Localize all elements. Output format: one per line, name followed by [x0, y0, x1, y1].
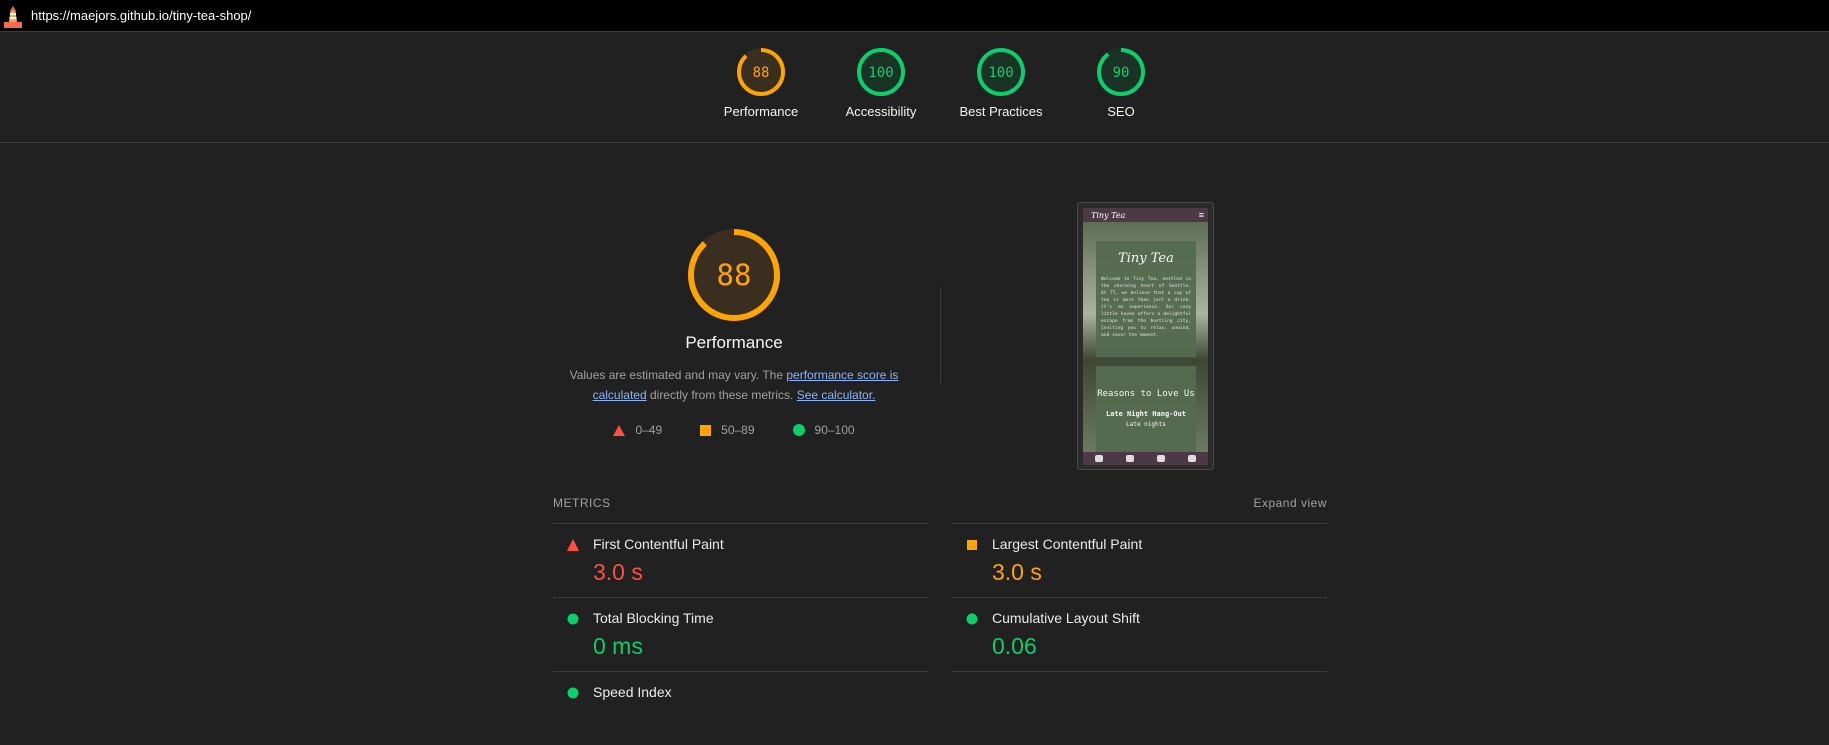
- desc-middle: directly from these metrics.: [646, 388, 797, 402]
- preview-section-title: Reasons to Love Us: [1097, 389, 1195, 399]
- metric-first-contentful-paint[interactable]: First Contentful Paint 3.0 s: [553, 523, 928, 597]
- gauge-performance-label: Performance: [723, 104, 799, 119]
- metric-largest-contentful-paint[interactable]: Largest Contentful Paint 3.0 s: [952, 523, 1327, 597]
- legend-pass-label: 90–100: [814, 423, 855, 437]
- green-circle-icon: [966, 613, 978, 625]
- preview-reasons-card: Reasons to Love Us Late Night Hang-Out L…: [1096, 366, 1196, 452]
- gauge-seo-ring: 90: [1097, 48, 1145, 96]
- desc-prefix: Values are estimated and may vary. The: [569, 368, 787, 382]
- facebook-icon: [1094, 455, 1103, 462]
- score-gauges: 88 Performance 100 Accessibility 100 Bes…: [0, 31, 1829, 143]
- metrics-column-right: Largest Contentful Paint 3.0 s Cumulativ…: [952, 523, 1327, 672]
- instagram-icon: [1188, 455, 1197, 462]
- performance-summary: 88 Performance Values are estimated and …: [553, 225, 915, 437]
- metric-name: Total Blocking Time: [593, 610, 714, 626]
- performance-description: Values are estimated and may vary. The p…: [553, 365, 915, 405]
- metric-speed-index[interactable]: Speed Index: [553, 671, 928, 745]
- youtube-icon: [1157, 455, 1166, 462]
- legend-average: 50–89: [700, 423, 755, 437]
- orange-square-icon: [967, 540, 977, 550]
- metric-name: Largest Contentful Paint: [992, 536, 1143, 552]
- metric-value: 3.0 s: [593, 559, 643, 585]
- gauge-best-practices[interactable]: 100 Best Practices: [941, 46, 1061, 119]
- metric-value: 0 ms: [593, 633, 643, 659]
- gauge-performance-score: 88: [753, 65, 770, 81]
- legend-average-label: 50–89: [721, 423, 755, 437]
- preview-footer: [1083, 452, 1208, 465]
- page-screenshot-preview[interactable]: Tiny Tea ≡ Tiny Tea Welcome to Tiny Tea,…: [1077, 202, 1214, 470]
- metric-name: First Contentful Paint: [593, 536, 724, 552]
- metrics-heading: METRICS: [553, 496, 611, 510]
- expand-view-button[interactable]: Expand view: [1253, 496, 1327, 510]
- gauge-accessibility-ring: 100: [857, 48, 905, 96]
- green-circle-icon: [567, 613, 579, 625]
- gauge-performance[interactable]: 88 Performance: [701, 46, 821, 119]
- gauge-best-practices-label: Best Practices: [959, 104, 1043, 119]
- gauge-seo-label: SEO: [1107, 104, 1135, 119]
- preview-navbar: Tiny Tea ≡: [1083, 208, 1208, 222]
- gauge-seo[interactable]: 90 SEO: [1061, 46, 1181, 119]
- metric-name: Cumulative Layout Shift: [992, 610, 1140, 626]
- metric-name: Speed Index: [593, 684, 672, 700]
- preview-hero-title: Tiny Tea: [1118, 251, 1174, 266]
- see-calculator-link[interactable]: See calculator.: [797, 388, 876, 402]
- red-triangle-icon: [613, 424, 626, 436]
- preview-item-text: Late nights: [1126, 421, 1166, 428]
- metric-value: 0.06: [992, 633, 1037, 659]
- gauge-accessibility-score: 100: [868, 65, 893, 81]
- gauge-accessibility[interactable]: 100 Accessibility: [821, 46, 941, 119]
- performance-title: Performance: [685, 333, 783, 352]
- metrics-column-left: First Contentful Paint 3.0 s Total Block…: [553, 523, 928, 745]
- performance-big-gauge: 88: [688, 229, 780, 321]
- hamburger-menu-icon: ≡: [1198, 210, 1204, 220]
- page-url[interactable]: https://maejors.github.io/tiny-tea-shop/: [31, 8, 251, 23]
- url-bar: https://maejors.github.io/tiny-tea-shop/: [0, 0, 1829, 32]
- legend-pass: 90–100: [792, 423, 855, 437]
- metric-cumulative-layout-shift[interactable]: Cumulative Layout Shift 0.06: [952, 597, 1327, 672]
- preview-brand: Tiny Tea: [1091, 210, 1126, 220]
- gauge-best-practices-score: 100: [988, 65, 1013, 81]
- gauge-seo-score: 90: [1113, 65, 1130, 81]
- gauge-accessibility-label: Accessibility: [845, 104, 917, 119]
- preview-hero-card: Tiny Tea Welcome to Tiny Tea, nestled in…: [1096, 241, 1196, 357]
- legend-fail: 0–49: [613, 423, 662, 437]
- metric-total-blocking-time[interactable]: Total Blocking Time 0 ms: [553, 597, 928, 671]
- green-circle-icon: [567, 687, 579, 699]
- metrics-header: METRICS Expand view: [553, 496, 1327, 510]
- vertical-divider: [940, 287, 941, 383]
- performance-big-score: 88: [717, 258, 752, 292]
- gauge-performance-ring: 88: [737, 48, 785, 96]
- orange-square-icon: [700, 424, 712, 436]
- twitch-icon: [1125, 455, 1134, 462]
- lighthouse-logo-icon: [4, 5, 22, 28]
- gauge-best-practices-ring: 100: [977, 48, 1025, 96]
- preview-item-title: Late Night Hang-Out: [1105, 410, 1187, 418]
- metric-value: 3.0 s: [992, 559, 1042, 585]
- preview-hero-text: Welcome to Tiny Tea, nestled in the char…: [1101, 277, 1191, 338]
- legend-fail-label: 0–49: [635, 423, 663, 437]
- red-triangle-icon: [567, 539, 579, 551]
- score-legend: 0–49 50–89 90–100: [553, 423, 915, 437]
- green-circle-icon: [792, 424, 805, 436]
